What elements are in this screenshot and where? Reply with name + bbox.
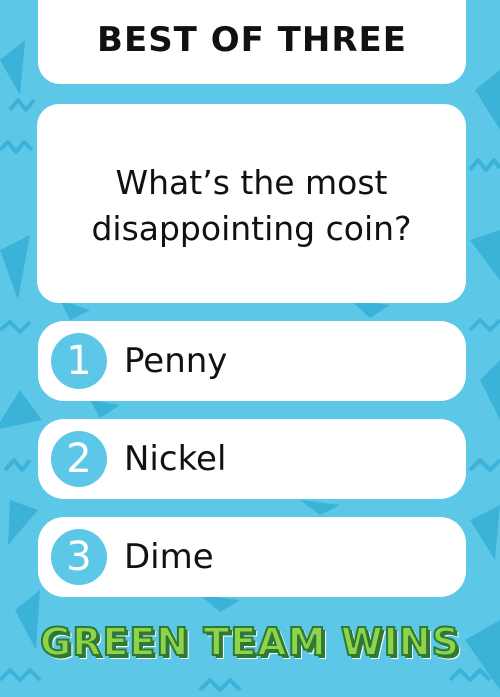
answer-number-badge: 1 <box>51 333 107 389</box>
team-banner-text: GREEN TEAM WINS <box>39 619 460 665</box>
answer-number-badge: 2 <box>51 431 107 487</box>
question-card: What’s the most disappointing coin? <box>37 104 466 303</box>
answer-option-1[interactable]: 1 Penny <box>38 321 466 401</box>
answer-option-2[interactable]: 2 Nickel <box>38 419 466 499</box>
answer-label: Nickel <box>124 439 227 479</box>
page-title: BEST OF THREE <box>97 20 407 60</box>
answer-number-badge: 3 <box>51 529 107 585</box>
answer-label: Penny <box>124 341 228 381</box>
answer-label: Dime <box>124 537 214 577</box>
team-banner: GREEN TEAM WINS <box>39 612 460 672</box>
question-text: What’s the most disappointing coin? <box>91 162 412 248</box>
header-card: BEST OF THREE <box>38 0 466 84</box>
answer-option-3[interactable]: 3 Dime <box>38 517 466 597</box>
